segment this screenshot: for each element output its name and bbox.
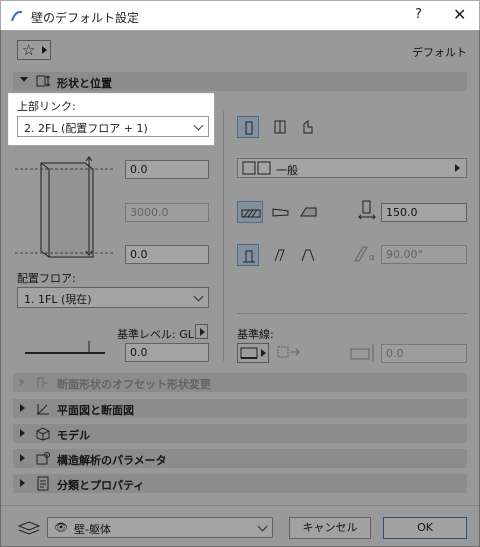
spotlight-overlay <box>0 30 480 547</box>
close-button[interactable]: ✕ <box>453 5 466 24</box>
window-title: 壁のデフォルト設定 <box>31 11 140 25</box>
title-bar: 壁のデフォルト設定 ? ✕ <box>1 1 479 31</box>
wall-tool-icon <box>11 10 23 22</box>
help-button[interactable]: ? <box>415 7 422 22</box>
